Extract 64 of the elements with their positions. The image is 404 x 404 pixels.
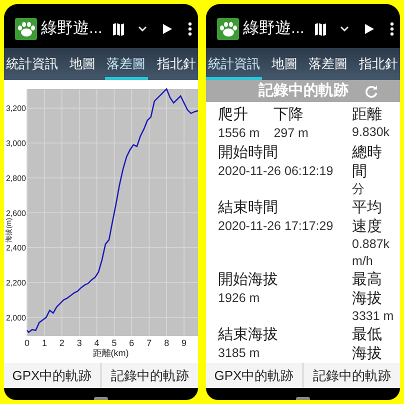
stat-label: 開始海拔 — [218, 270, 278, 289]
tab[interactable]: 地圖 — [67, 48, 98, 80]
x-tick-label: 6 — [129, 338, 134, 348]
x-tick-label: 9 — [182, 338, 187, 348]
stat-value: 3331 m — [352, 308, 395, 325]
stat-label: 最高海拔 — [352, 270, 383, 308]
home-handle[interactable] — [94, 397, 108, 400]
paw-logo-icon — [15, 18, 37, 40]
x-tick-label: 7 — [146, 338, 152, 348]
x-tick-label: 0 — [24, 338, 30, 348]
stat-label: 平均速度 — [352, 198, 383, 236]
stat-label: 爬升 — [218, 105, 249, 124]
tab-button[interactable]: 記錄中的軌跡 — [304, 363, 400, 388]
tab-button[interactable]: GPX中的軌跡 — [4, 363, 100, 388]
x-tick-label: 8 — [164, 338, 170, 348]
stat-label: 距離 — [352, 105, 383, 124]
y-tick-label: 2,000 — [6, 313, 26, 322]
chevron-down-icon[interactable] — [340, 26, 349, 32]
tab[interactable]: 地圖 — [269, 48, 300, 80]
tab-button[interactable]: GPX中的軌跡 — [206, 363, 302, 388]
tab-button[interactable]: 記錄中的軌跡 — [102, 363, 198, 388]
stat-label: 開始時間 — [218, 143, 279, 162]
x-axis-label: 距離(km) — [92, 348, 129, 358]
paw-logo-icon — [217, 18, 239, 40]
panel-header: 記錄中的軌跡 — [258, 80, 348, 101]
x-tick-label: 5 — [112, 338, 117, 348]
stat-value: 1556 m — [218, 125, 260, 142]
tab[interactable]: 統計資訊 — [4, 48, 60, 80]
stat-label: 結束時間 — [218, 198, 279, 217]
tab[interactable]: 指北針 — [154, 48, 198, 80]
y-tick-label: 3,200 — [6, 104, 26, 114]
home-handle[interactable] — [296, 397, 310, 400]
stat-value: 2020-11-26 17:17:29 — [218, 218, 334, 235]
x-tick-label: 3 — [76, 338, 82, 348]
x-tick-label: 2 — [59, 338, 64, 348]
stat-value: 0.887km/h — [352, 236, 391, 270]
map-icon[interactable] — [113, 22, 124, 36]
stat-value: 9.830k — [352, 124, 391, 141]
stat-value: 2020-11-26 06:12:19 — [218, 163, 334, 180]
app-title: 綠野遊... — [41, 19, 102, 39]
stat-label: 下降 — [274, 105, 305, 124]
more-menu-icon[interactable] — [188, 22, 192, 36]
tab[interactable]: 指北針 — [356, 48, 400, 80]
stat-value: 1926 m — [218, 290, 261, 307]
x-tick-label: 1 — [42, 338, 47, 348]
y-tick-label: 2,400 — [6, 244, 26, 253]
app-title: 綠野遊... — [243, 19, 304, 39]
play-icon[interactable] — [163, 24, 172, 34]
y-tick-label: 2,600 — [6, 208, 26, 218]
y-tick-label: 3,000 — [6, 139, 26, 148]
stat-value: 297 m — [274, 125, 308, 142]
y-tick-label: 2,800 — [6, 174, 26, 183]
stat-label: 總時間 — [352, 143, 383, 181]
tab[interactable]: 落差圖 — [306, 48, 350, 80]
stat-value: 分 — [352, 181, 366, 198]
chevron-down-icon[interactable] — [138, 26, 147, 32]
more-menu-icon[interactable] — [390, 22, 394, 36]
x-tick-label: 4 — [94, 338, 100, 348]
stat-label: 最低海拔 — [352, 325, 383, 363]
stat-value: 3185 m — [218, 345, 261, 362]
y-tick-label: 2,200 — [6, 278, 26, 288]
map-icon[interactable] — [315, 22, 326, 36]
play-icon[interactable] — [365, 24, 374, 34]
stat-label: 結束海拔 — [218, 325, 278, 344]
